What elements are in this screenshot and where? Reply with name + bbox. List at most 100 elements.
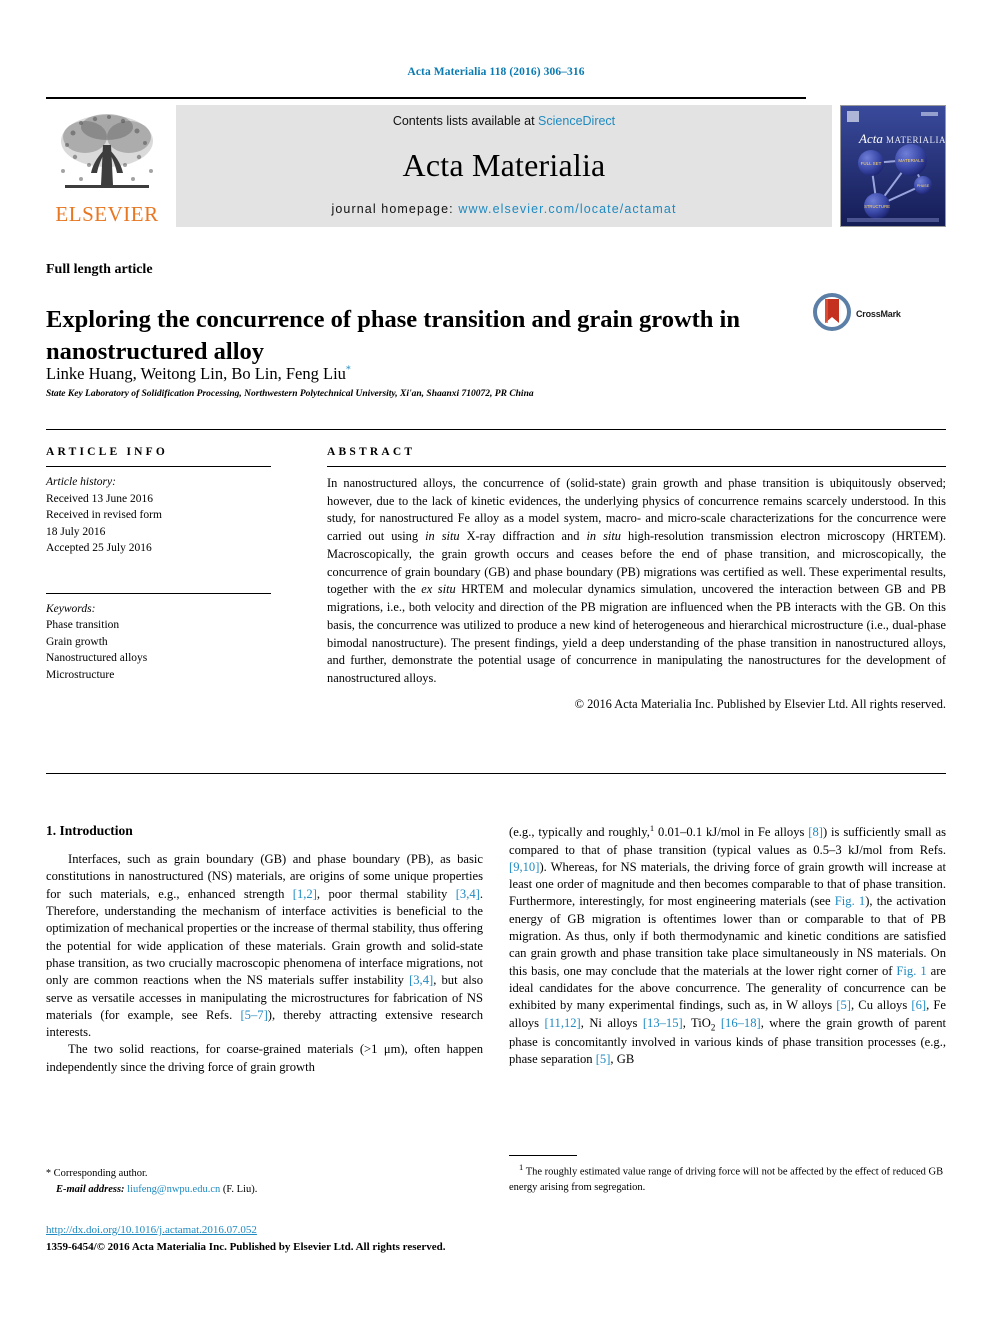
keyword-item: Phase transition	[46, 619, 120, 632]
info-band-top-rule	[46, 429, 946, 430]
svg-text:Acta: Acta	[858, 131, 883, 146]
homepage-url-link[interactable]: www.elsevier.com/locate/actamat	[458, 202, 676, 216]
citation-link[interactable]: [5–7]	[240, 1008, 267, 1022]
abstract-seg: HRTEM and molecular dynamics simulation,…	[327, 582, 947, 686]
corresponding-marker[interactable]: *	[346, 365, 351, 376]
keyword-item: Microstructure	[46, 668, 115, 681]
history-item: Received 13 June 2016	[46, 492, 153, 505]
crossmark-badge[interactable]: CrossMark	[812, 290, 932, 338]
article-history-block: Article history: Received 13 June 2016 R…	[46, 474, 271, 557]
asterisk-icon: *	[46, 1168, 51, 1179]
svg-text:MATERIALS: MATERIALS	[898, 158, 923, 163]
citation-link[interactable]: [16–18]	[721, 1016, 761, 1030]
text-seg: , Ni alloys	[580, 1015, 643, 1030]
email-label: E-mail address:	[56, 1183, 125, 1195]
author-list: Linke Huang, Weitong Lin, Bo Lin, Feng L…	[46, 364, 351, 384]
doi-link[interactable]: http://dx.doi.org/10.1016/j.actamat.2016…	[46, 1222, 516, 1239]
article-info-rule	[46, 466, 271, 467]
journal-homepage-line: journal homepage: www.elsevier.com/locat…	[331, 202, 676, 216]
figure-link[interactable]: Fig. 1	[835, 894, 865, 908]
doi-footer: http://dx.doi.org/10.1016/j.actamat.2016…	[46, 1222, 516, 1255]
corresponding-author-footnote: * Corresponding author. E-mail address: …	[46, 1166, 483, 1197]
figure-link[interactable]: Fig. 1	[896, 964, 926, 978]
citation-link[interactable]: [5]	[596, 1052, 611, 1066]
keyword-item: Grain growth	[46, 635, 108, 648]
abstract-rule	[327, 466, 946, 467]
article-info-heading: ARTICLE INFO	[46, 446, 169, 458]
contents-line: Contents lists available at ScienceDirec…	[393, 114, 615, 128]
body-column-left: 1. Introduction Interfaces, such as grai…	[46, 823, 483, 1076]
citation-link[interactable]: [5]	[836, 998, 851, 1012]
corresponding-text: Corresponding author.	[53, 1168, 148, 1179]
elsevier-tree-icon	[51, 111, 163, 203]
abstract-body: In nanostructured alloys, the concurrenc…	[327, 475, 946, 688]
abstract-italic: ex situ	[421, 582, 456, 597]
intro-paragraph-2: The two solid reactions, for coarse-grai…	[46, 1042, 483, 1074]
body-column-right: (e.g., typically and roughly,1 0.01–0.1 …	[509, 823, 946, 1068]
text-seg: (e.g., typically and roughly,	[509, 825, 650, 840]
email-line: E-mail address: liufeng@nwpu.edu.cn (F. …	[46, 1182, 483, 1197]
svg-text:STRUCTURE: STRUCTURE	[864, 204, 890, 209]
sciencedirect-link[interactable]: ScienceDirect	[538, 114, 615, 128]
journal-title: Acta Materialia	[402, 147, 606, 183]
issn-copyright-line: 1359-6454/© 2016 Acta Materialia Inc. Pu…	[46, 1240, 446, 1253]
elsevier-wordmark: ELSEVIER	[55, 202, 159, 226]
abstract-copyright: © 2016 Acta Materialia Inc. Published by…	[574, 696, 946, 711]
running-head: Acta Materialia 118 (2016) 306–316	[407, 66, 585, 78]
text-seg: , TiO	[682, 1015, 711, 1030]
crossmark-label: CrossMark	[856, 309, 901, 319]
citation-link[interactable]: [1,2]	[293, 887, 317, 901]
text-seg: 0.01–0.1 kJ/mol in Fe alloys	[654, 825, 809, 840]
history-item: Received in revised form	[46, 509, 162, 522]
keywords-rule	[46, 592, 271, 594]
abstract-seg: X-ray diffraction and	[459, 529, 587, 544]
affiliation: State Key Laboratory of Solidification P…	[46, 389, 534, 399]
citation-link[interactable]: [3,4]	[456, 887, 480, 901]
email-suffix: (F. Liu).	[222, 1183, 258, 1195]
keywords-label: Keywords:	[46, 602, 96, 615]
history-item: 18 July 2016	[46, 525, 106, 538]
text-seg: , Cu alloys	[850, 998, 912, 1013]
keywords-block: Keywords: Phase transition Grain growth …	[46, 601, 271, 684]
svg-text:PHASE: PHASE	[917, 184, 930, 188]
citation-link[interactable]: [11,12]	[545, 1016, 581, 1030]
email-link[interactable]: liufeng@nwpu.edu.cn	[127, 1184, 220, 1195]
footnote-number: 1	[519, 1162, 524, 1172]
abstract-italic: in situ	[586, 529, 621, 544]
footnote-body: 1 The roughly estimated value range of d…	[509, 1161, 946, 1195]
journal-banner: Contents lists available at ScienceDirec…	[176, 105, 832, 227]
intro-paragraph-2-continued: (e.g., typically and roughly,1 0.01–0.1 …	[509, 823, 946, 1068]
page-title: Exploring the concurrence of phase trans…	[46, 306, 740, 365]
footnote-text: The roughly estimated value range of dri…	[509, 1166, 944, 1193]
author-names: Linke Huang, Weitong Lin, Bo Lin, Feng L…	[46, 364, 346, 383]
contents-prefix: Contents lists available at	[392, 114, 535, 128]
keyword-item: Nanostructured alloys	[46, 652, 148, 665]
article-history-label: Article history:	[46, 476, 116, 488]
crossmark-icon	[812, 292, 852, 337]
abstract-heading: ABSTRACT	[327, 446, 416, 458]
journal-masthead: ELSEVIER Contents lists available at Sci…	[46, 97, 946, 227]
article-type-label: Full length article	[46, 262, 153, 277]
footnote-rule	[509, 1155, 577, 1156]
section-heading-introduction: 1. Introduction	[46, 823, 133, 838]
masthead-top-rule	[46, 97, 806, 99]
citation-link[interactable]: [13–15]	[643, 1016, 683, 1030]
citation-link[interactable]: [6]	[911, 998, 926, 1012]
citation-link[interactable]: [3,4]	[409, 973, 433, 987]
svg-text:FULL SET: FULL SET	[861, 161, 882, 166]
corresponding-line: * Corresponding author.	[46, 1166, 483, 1182]
svg-text:MATERIALIA: MATERIALIA	[886, 135, 945, 145]
journal-cover-thumbnail: Acta MATERIALIA FULL SET MATERIALS PHASE…	[840, 105, 946, 227]
page-footnote: 1 The roughly estimated value range of d…	[509, 1155, 946, 1195]
citation-link[interactable]: [9,10]	[509, 860, 539, 874]
abstract-italic: in situ	[425, 529, 460, 544]
abstract-column: ABSTRACT In nanostructured alloys, the c…	[327, 446, 946, 712]
text-seg: , poor thermal stability	[316, 886, 456, 901]
text-seg: , GB	[610, 1051, 635, 1066]
info-band-bottom-rule	[46, 773, 946, 774]
elsevier-logo: ELSEVIER	[46, 105, 168, 227]
intro-paragraph-1: Interfaces, such as grain boundary (GB) …	[46, 851, 483, 1041]
citation-link[interactable]: [8]	[808, 825, 823, 839]
paper-page: Acta Materialia 118 (2016) 306–316 ELSEV…	[0, 0, 992, 1323]
